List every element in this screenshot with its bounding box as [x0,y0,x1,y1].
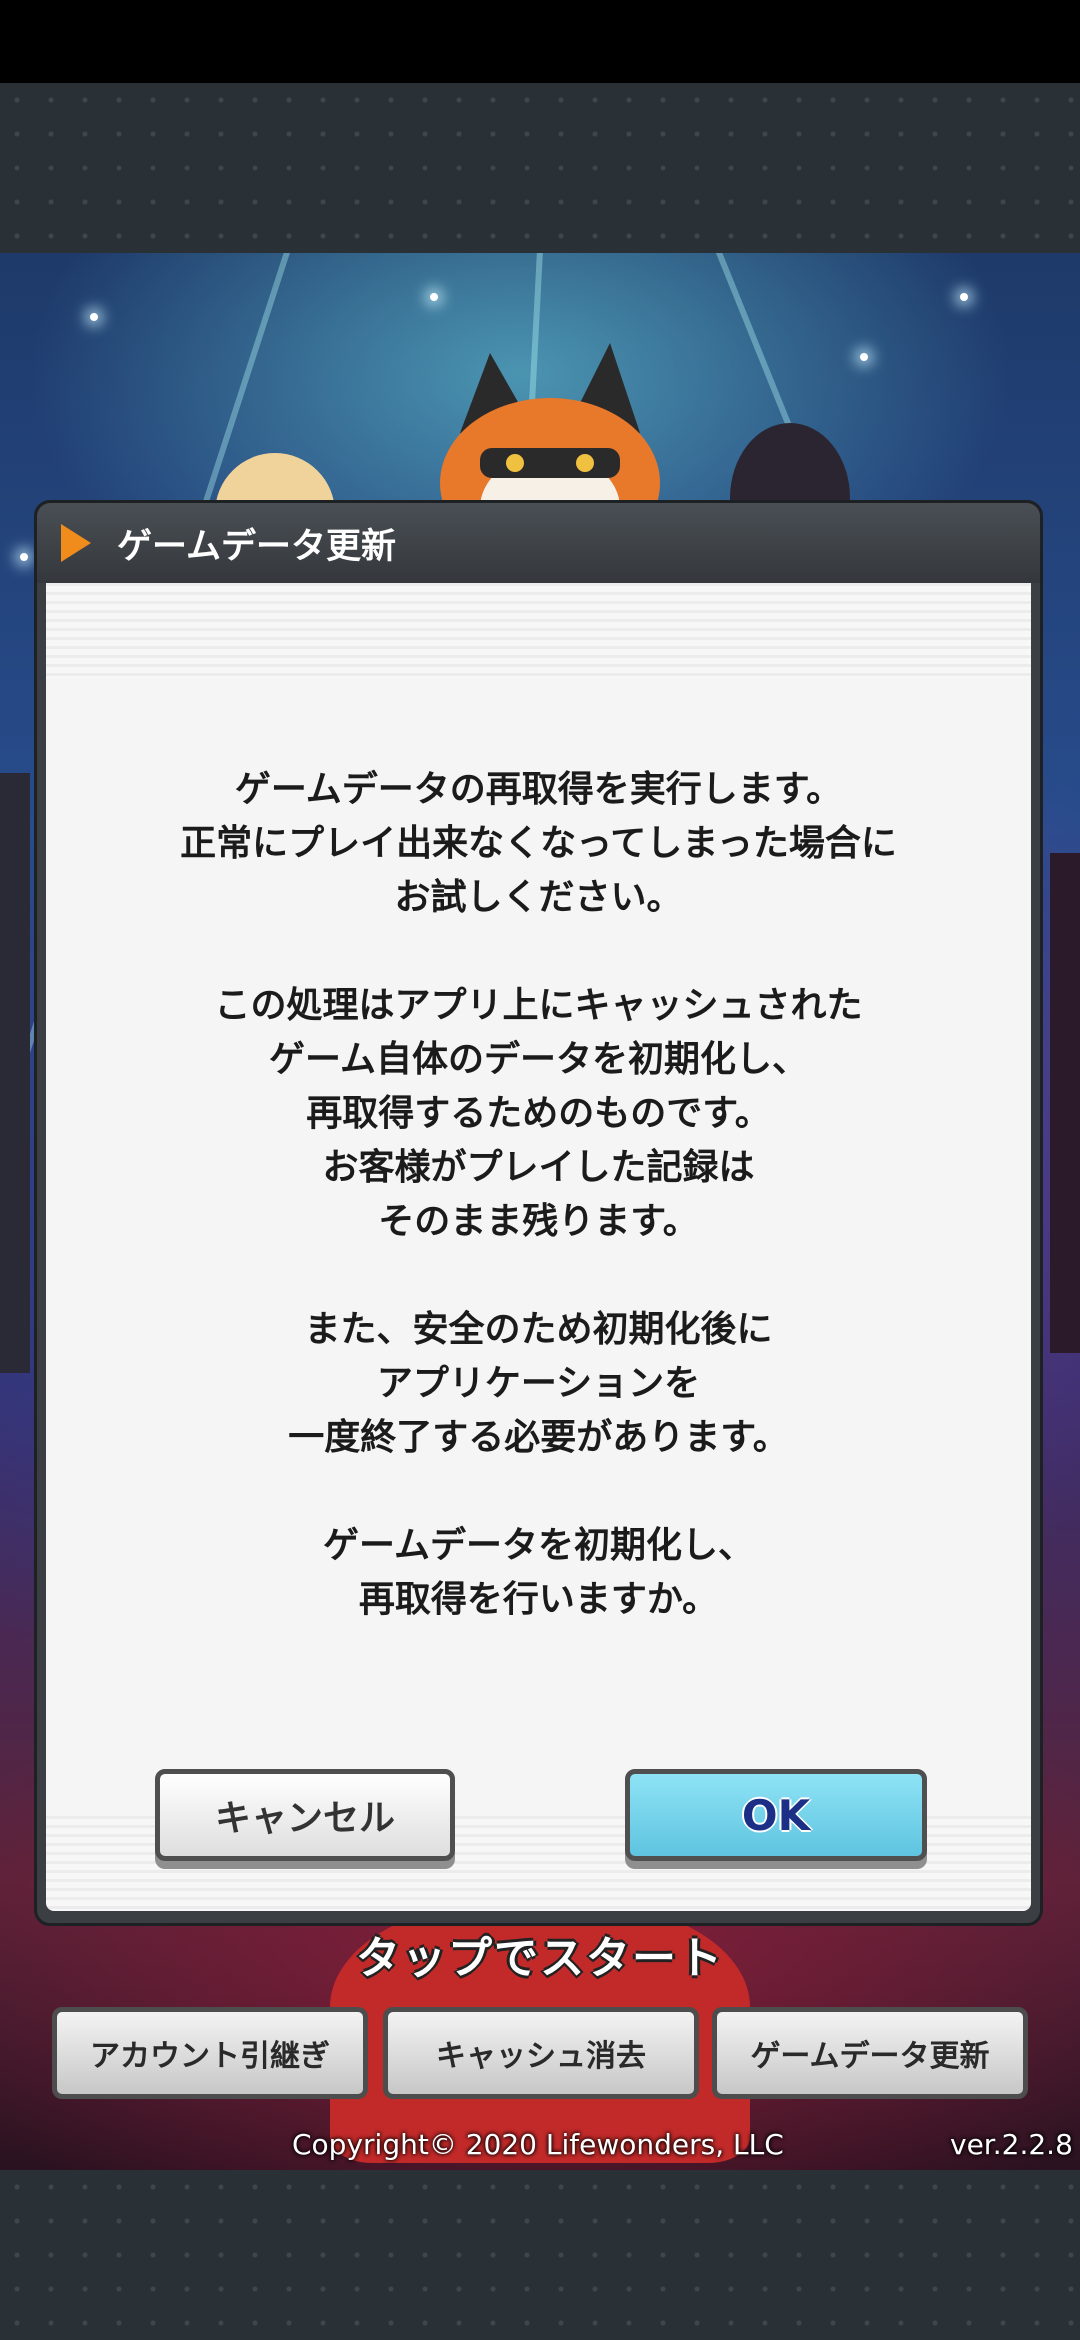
sparkle [430,293,438,301]
message-paragraph: この処理はアプリ上にキャッシュされた ゲーム自体のデータを初期化し、 再取得する… [46,979,1031,1249]
update-game-data-button[interactable]: ゲームデータ更新 [712,2007,1028,2099]
dialog-header: ゲームデータ更新 [37,503,1040,583]
sparkle [860,353,868,361]
message-line: ゲーム自体のデータを初期化し、 [269,1039,808,1080]
copyright-text: Copyright© 2020 Lifewonders, LLC [292,2128,784,2161]
ok-button[interactable]: OK [625,1769,927,1861]
bottom-pattern-band [0,2170,1080,2340]
message-line: ゲームデータの再取得を実行します。 [234,769,843,810]
message-line: お試しください。 [394,877,683,918]
message-line: お客様がプレイした記録は [322,1147,755,1188]
dialog-title: ゲームデータ更新 [117,526,396,567]
tap-to-start-text[interactable]: タップでスタート [0,1922,1080,1984]
sparkle [20,553,28,561]
message-line: 再取得を行いますか。 [358,1579,719,1620]
version-text: ver.2.2.8 [950,2128,1073,2161]
message-line: 正常にプレイ出来なくなってしまった場合に [180,823,897,864]
message-line: そのまま残ります。 [378,1201,699,1242]
account-transfer-button[interactable]: アカウント引継ぎ [52,2007,368,2099]
message-line: この処理はアプリ上にキャッシュされた [214,985,863,1026]
message-line: 一度終了する必要があります。 [288,1417,789,1458]
dialog-message: ゲームデータの再取得を実行します。 正常にプレイ出来なくなってしまった場合に お… [46,763,1031,1681]
cancel-button[interactable]: キャンセル [155,1769,455,1861]
message-line: アプリケーションを [376,1363,701,1404]
message-paragraph: ゲームデータを初期化し、 再取得を行いますか。 [46,1519,1031,1627]
left-side-character [0,773,30,1373]
right-side-character [1050,853,1080,1353]
update-game-data-dialog: ゲームデータ更新 ゲームデータの再取得を実行します。 正常にプレイ出来なくなって… [34,500,1043,1926]
top-pattern-band [0,83,1080,253]
message-line: 再取得するためのものです。 [306,1093,771,1134]
message-line: ゲームデータを初期化し、 [323,1525,754,1566]
message-paragraph: また、安全のため初期化後に アプリケーションを 一度終了する必要があります。 [46,1303,1031,1465]
message-paragraph: ゲームデータの再取得を実行します。 正常にプレイ出来なくなってしまった場合に お… [46,763,1031,925]
dialog-body: ゲームデータの再取得を実行します。 正常にプレイ出来なくなってしまった場合に お… [46,583,1031,1911]
sparkle [90,313,98,321]
status-bar [0,0,1080,83]
play-triangle-icon [61,524,91,562]
clear-cache-button[interactable]: キャッシュ消去 [383,2007,699,2099]
sparkle [960,293,968,301]
message-line: また、安全のため初期化後に [304,1309,773,1350]
